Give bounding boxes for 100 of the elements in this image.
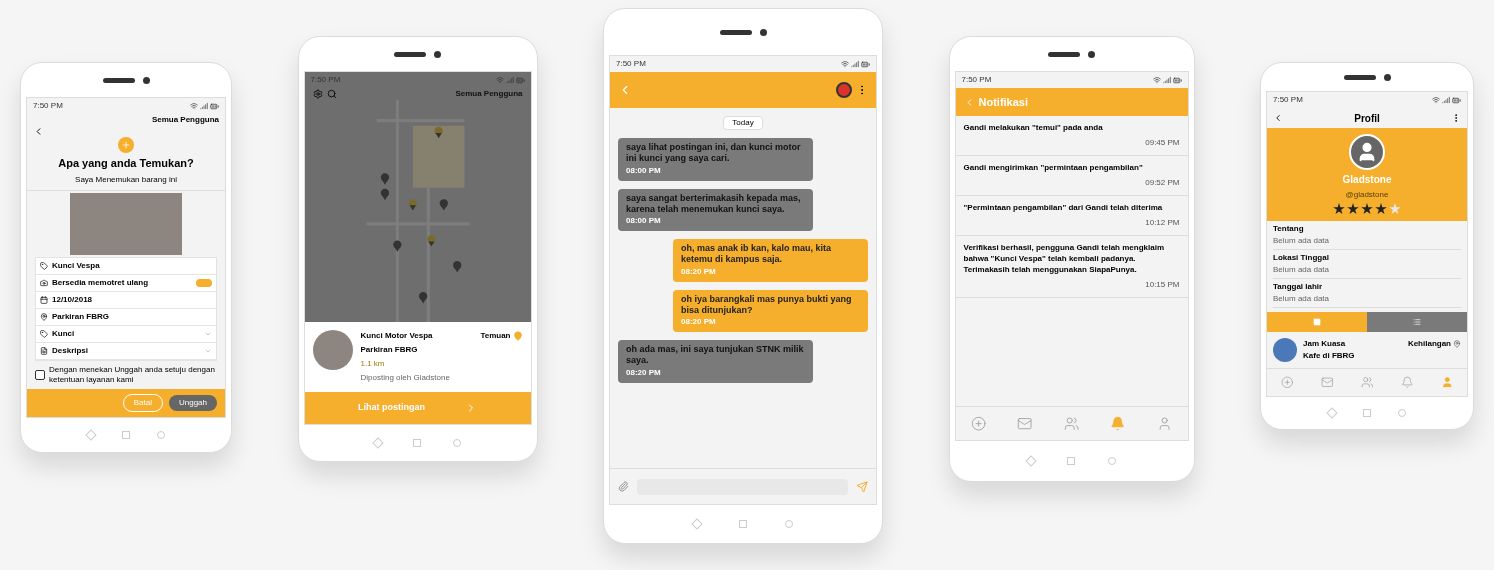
document-icon <box>40 346 48 355</box>
date-chip: Today <box>723 116 763 130</box>
toggle-switch[interactable] <box>196 278 212 287</box>
wifi-icon <box>1152 76 1161 84</box>
item-title: Kunci Motor Vespa <box>360 330 434 342</box>
camera-icon <box>759 28 767 36</box>
detail-label: Tanggal lahir <box>1273 281 1324 293</box>
field-value: Deskripsi <box>52 344 90 357</box>
detail-value: Belum ada data <box>1273 293 1331 305</box>
people-icon[interactable] <box>1360 376 1374 389</box>
screen-title: Notifikasi <box>978 94 1028 110</box>
speaker-icon <box>1048 51 1080 57</box>
view-tab[interactable] <box>1367 312 1467 332</box>
profile-name: Gladstone <box>1342 173 1392 187</box>
bell-icon[interactable] <box>1400 376 1414 389</box>
form-field[interactable]: Kunci Vespa <box>36 257 216 275</box>
submit-button[interactable]: Unggah <box>168 394 217 411</box>
detail-value: Belum ada data <box>1273 264 1331 276</box>
message-text: oh ada mas, ini saya tunjukan STNK milik saya. <box>626 344 805 367</box>
notification-item[interactable]: Gandi mengirimkan "permintaan pengambilan" 09:52 PM <box>955 156 1188 196</box>
soft-key-icon[interactable] <box>1067 457 1076 465</box>
list-icon <box>1413 318 1421 326</box>
camera-icon <box>434 50 441 58</box>
item-distance: 1.1 km <box>360 358 386 370</box>
form-field[interactable]: Deskripsi <box>36 342 216 360</box>
message-text: saya lihat postingan ini, dan kunci motor ini kunci yang saya cari. <box>626 142 802 165</box>
notification-time: 09:45 PM <box>1145 137 1180 149</box>
wifi-icon <box>495 76 504 84</box>
item-place: Parkiran FBRG <box>360 344 419 356</box>
back-icon[interactable] <box>1273 113 1283 123</box>
notification-time: 09:52 PM <box>1145 177 1180 189</box>
pin-icon <box>40 312 48 321</box>
screen-subtitle: Saya Menemukan barang ini <box>75 173 177 186</box>
calendar-icon <box>40 295 48 304</box>
attach-icon[interactable] <box>618 481 629 492</box>
wifi-icon <box>1432 96 1440 104</box>
soft-key-icon[interactable] <box>413 439 422 447</box>
profile-handle: @gladstone <box>1345 189 1389 201</box>
pin-icon <box>512 331 523 341</box>
detail-label: Lokasi Tinggal <box>1273 252 1330 264</box>
notification-time: 10:15 PM <box>1145 279 1180 291</box>
agreement-checkbox[interactable] <box>35 369 45 380</box>
field-value: Kunci Vespa <box>52 259 101 272</box>
post-place: Kafe di FBRG <box>1303 350 1356 362</box>
status-time: 7:50 PM <box>33 100 63 112</box>
speaker-icon <box>394 51 426 57</box>
user-filter-label[interactable]: Semua Pengguna <box>455 88 523 100</box>
soft-key-icon[interactable] <box>1363 409 1371 417</box>
status-time: 7:50 PM <box>1273 94 1303 106</box>
status-time: 7:50 PM <box>616 58 646 70</box>
add-icon <box>118 137 134 153</box>
posted-by-text: Diposting oleh Gladstone <box>360 372 451 384</box>
battery-icon <box>515 75 525 85</box>
camera-icon <box>1383 73 1391 81</box>
screen-title: Apa yang anda Temukan? <box>58 156 194 171</box>
soft-key-icon[interactable] <box>739 520 747 528</box>
message-text: saya sangat berterimakasih kepada mas, karena telah menemukan kunci saya. <box>626 192 802 215</box>
notification-item[interactable]: Gandi melakukan "temui" pada anda 09:45 PM <box>955 116 1188 156</box>
message-text: oh, mas anak ib kan, kalo mau, kita ketemu di kampus saja. <box>681 243 833 266</box>
signal-icon <box>851 60 859 68</box>
message-time: 08:00 PM <box>626 215 662 227</box>
notification-item[interactable]: "Permintaan pengambilan" dari Gandi telah diterima 10:12 PM <box>955 196 1188 236</box>
camera-icon <box>142 76 150 84</box>
speaker-icon <box>102 77 135 83</box>
signal-icon <box>1442 96 1450 104</box>
settings-icon[interactable] <box>312 89 323 99</box>
battery-icon <box>1172 75 1182 85</box>
post-photo <box>1273 338 1297 362</box>
detail-label: Tentang <box>1273 223 1305 235</box>
add-icon[interactable] <box>971 415 987 432</box>
contact-avatar-icon[interactable] <box>836 82 852 98</box>
soft-key-icon[interactable] <box>122 430 130 439</box>
type-label: Temuan <box>480 330 511 342</box>
message-time: 08:20 PM <box>626 366 662 379</box>
form-field[interactable]: Parkiran FBRG <box>36 308 216 326</box>
view-tab[interactable] <box>1267 312 1367 332</box>
battery-icon <box>210 101 219 111</box>
notification-text: Verifikasi berhasil, pengguna Gandi telah mengklaim bahwa "Kunci Vespa" telah kembali padanya. Terimakasih telah menggunakan SiapaPunya. <box>963 242 1165 275</box>
camera-icon <box>1088 50 1095 58</box>
add-icon[interactable] <box>1280 376 1294 389</box>
user-filter-label[interactable]: Semua Pengguna <box>151 114 219 126</box>
search-icon[interactable] <box>326 89 337 99</box>
type-label: Kehilangan <box>1407 338 1451 350</box>
form-field[interactable]: Kunci <box>36 325 216 343</box>
grid-icon <box>1313 318 1321 326</box>
form-field[interactable]: 12/10/2018 <box>36 291 216 309</box>
message-time: 08:00 PM <box>626 164 662 177</box>
notification-text: Gandi melakukan "temui" pada anda <box>963 122 1104 133</box>
bell-icon[interactable] <box>1110 415 1126 432</box>
user-icon[interactable] <box>1440 376 1454 389</box>
avatar-photo <box>312 330 353 370</box>
speaker-icon <box>1343 74 1376 80</box>
wifi-icon <box>190 102 198 110</box>
mail-icon[interactable] <box>1320 376 1334 389</box>
send-icon[interactable] <box>856 480 868 493</box>
message-time: 08:20 PM <box>681 265 717 278</box>
notification-item[interactable]: Verifikasi berhasil, pengguna Gandi telah mengklaim bahwa "Kunci Vespa" telah kembali padanya. Terimakasih telah menggunakan SiapaPunya. 10:15 PM <box>955 236 1188 298</box>
mail-icon[interactable] <box>1017 415 1033 432</box>
form-field[interactable]: Bersedia memotret ulang <box>36 274 216 292</box>
people-icon[interactable] <box>1063 415 1080 432</box>
